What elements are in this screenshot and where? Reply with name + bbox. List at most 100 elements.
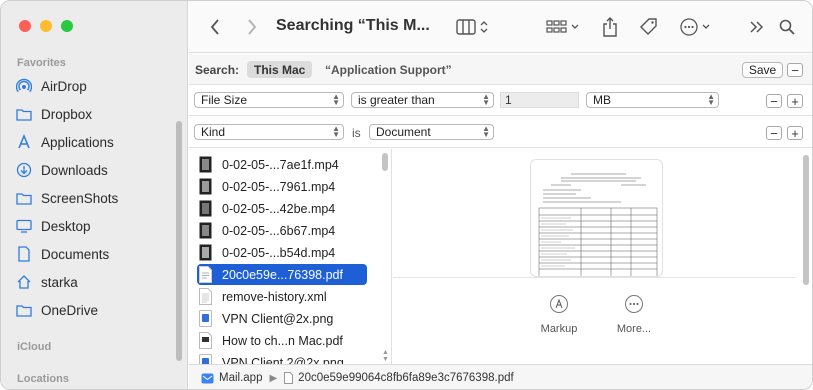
sidebar-item-starka[interactable]: starka	[15, 270, 173, 294]
sidebar-item-applications[interactable]: Applications	[15, 130, 173, 154]
attribute-value: File Size	[201, 93, 248, 107]
file-name: remove-history.xml	[222, 289, 327, 304]
file-name: 0-02-05-...6b67.mp4	[222, 223, 336, 238]
home-icon	[15, 273, 33, 291]
search-scope-bar: Search: This Mac “Application Support” S…	[189, 54, 812, 85]
video-file-icon	[197, 244, 213, 262]
toolbar: Searching “This M...	[189, 1, 812, 53]
preview-scrollbar[interactable]	[803, 155, 809, 285]
folder-icon	[15, 105, 33, 123]
search-results-list: 0-02-05-...7ae1f.mp4 0-02-05-...7961.mp4…	[189, 149, 392, 364]
video-file-icon	[197, 200, 213, 218]
folder-icon	[15, 189, 33, 207]
sidebar-item-airdrop[interactable]: AirDrop	[15, 74, 173, 98]
file-item[interactable]: 0-02-05-...6b67.mp4	[197, 220, 367, 241]
chevron-updown-icon: ▲ ▼	[332, 124, 340, 139]
file-name: 0-02-05-...7ae1f.mp4	[222, 157, 339, 172]
sidebar-item-label: Applications	[41, 134, 114, 150]
size-value-input[interactable]: 1	[500, 92, 579, 108]
add-criterion-button[interactable]: +	[787, 126, 803, 140]
tag-button[interactable]	[638, 14, 660, 40]
action-menu-button[interactable]	[679, 14, 717, 40]
file-item[interactable]: 0-02-05-...42be.mp4	[197, 198, 367, 219]
remove-scope-button[interactable]: −	[787, 63, 803, 77]
file-item-selected[interactable]: 20c0e59e...76398.pdf	[197, 264, 367, 285]
sidebar-item-onedrive[interactable]: OneDrive	[15, 298, 173, 322]
file-name: VPN Client 2@2x.png	[222, 355, 344, 365]
more-button[interactable]: More...	[604, 295, 664, 335]
operator-select[interactable]: is greater than ▲ ▼	[351, 92, 494, 108]
pdf-file-icon	[197, 332, 213, 350]
png-file-icon	[197, 310, 213, 328]
sidebar-item-label: Desktop	[41, 218, 91, 234]
attribute-select[interactable]: File Size ▲ ▼	[194, 92, 344, 108]
sidebar-item-label: Dropbox	[41, 106, 93, 122]
view-options-button[interactable]	[453, 14, 493, 40]
markup-icon	[550, 295, 568, 313]
folder-icon	[15, 301, 33, 319]
sidebar-item-documents[interactable]: Documents	[15, 242, 173, 266]
finder-window: Favorites AirDrop Dropbox Applications D…	[0, 0, 813, 390]
search-label: Search:	[195, 63, 240, 77]
sidebar-item-label: Documents	[41, 246, 110, 262]
file-item[interactable]: VPN Client@2x.png	[197, 308, 367, 329]
back-button[interactable]	[205, 14, 225, 40]
forward-button[interactable]	[242, 14, 262, 40]
file-name: How to ch...n Mac.pdf	[222, 333, 343, 348]
scope-this-mac[interactable]: This Mac	[247, 61, 313, 78]
search-button[interactable]	[777, 14, 797, 40]
remove-criterion-button[interactable]: −	[766, 94, 782, 108]
path-file[interactable]: 20c0e59e99064c8fb6fa89e3c7676398.pdf	[298, 372, 514, 384]
unit-select[interactable]: MB ▲ ▼	[586, 92, 719, 108]
markup-button[interactable]: Markup	[529, 295, 589, 335]
save-button[interactable]: Save	[742, 62, 783, 78]
file-item[interactable]: remove-history.xml	[197, 286, 367, 307]
sidebar-item-downloads[interactable]: Downloads	[15, 158, 173, 182]
tag-icon	[640, 18, 657, 35]
toolbar-overflow-button[interactable]	[747, 14, 767, 40]
chevron-right-icon	[248, 19, 257, 35]
file-name: 0-02-05-...b54d.mp4	[222, 245, 336, 260]
file-item[interactable]: How to ch...n Mac.pdf	[197, 330, 367, 351]
group-button[interactable]	[544, 14, 584, 40]
document-icon	[15, 245, 33, 263]
file-item[interactable]: 0-02-05-...7ae1f.mp4	[197, 154, 367, 175]
remove-criterion-button[interactable]: −	[766, 126, 782, 140]
locations-header: Locations	[17, 373, 69, 385]
chevron-updown-icon: ▲ ▼	[482, 124, 490, 139]
sidebar-scrollbar[interactable]	[176, 121, 182, 361]
scope-application-support[interactable]: “Application Support”	[325, 63, 452, 77]
double-chevron-icon	[750, 21, 764, 33]
video-file-icon	[197, 222, 213, 240]
chevron-left-icon	[210, 19, 219, 35]
close-button[interactable]	[19, 20, 31, 32]
kind-select[interactable]: Document ▲ ▼	[369, 124, 494, 140]
xml-file-icon	[197, 288, 213, 306]
search-icon	[779, 19, 795, 35]
add-criterion-button[interactable]: +	[787, 94, 803, 108]
list-scrollbar[interactable]	[382, 153, 388, 171]
zoom-button[interactable]	[61, 20, 73, 32]
sidebar-item-label: AirDrop	[41, 78, 87, 94]
file-item[interactable]: 0-02-05-...b54d.mp4	[197, 242, 367, 263]
sidebar-item-screenshots[interactable]: ScreenShots	[15, 186, 173, 210]
icloud-header: iCloud	[17, 341, 52, 353]
scroll-indicator: ▲ ▼	[382, 349, 389, 363]
file-item[interactable]: 0-02-05-...7961.mp4	[197, 176, 367, 197]
window-title: Searching “This M...	[276, 17, 430, 34]
app-icon	[201, 373, 214, 384]
png-file-icon	[197, 354, 213, 364]
minimize-button[interactable]	[40, 20, 52, 32]
pdf-file-icon	[197, 266, 213, 284]
file-item[interactable]: VPN Client 2@2x.png	[197, 352, 367, 364]
share-button[interactable]	[599, 14, 621, 40]
columns-view-icon	[456, 19, 488, 35]
pdf-preview-thumbnail[interactable]	[530, 159, 663, 277]
grid-icon	[546, 20, 579, 33]
path-app[interactable]: Mail.app	[219, 372, 262, 384]
attribute-select[interactable]: Kind ▲ ▼	[194, 124, 344, 140]
sidebar-item-dropbox[interactable]: Dropbox	[15, 102, 173, 126]
file-name: 0-02-05-...42be.mp4	[222, 201, 336, 216]
sidebar-item-label: starka	[41, 274, 78, 290]
sidebar-item-desktop[interactable]: Desktop	[15, 214, 173, 238]
